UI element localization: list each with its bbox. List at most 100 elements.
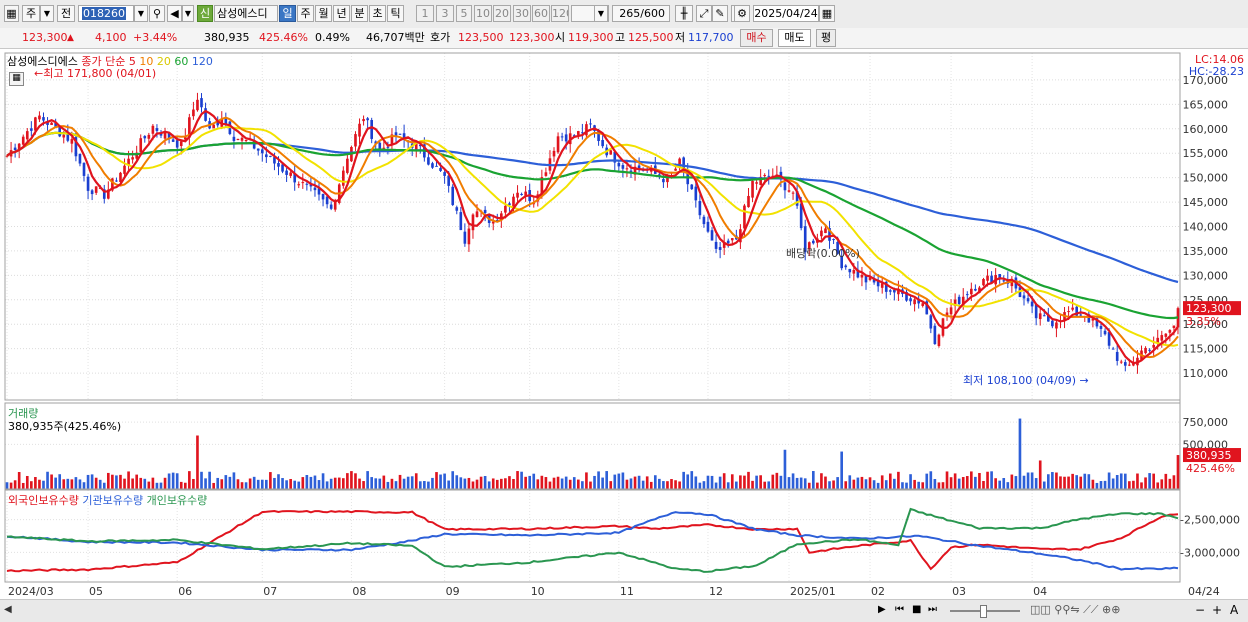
- volume-bar: [1059, 476, 1062, 489]
- volume-bar: [621, 472, 625, 489]
- interval-2-button[interactable]: 5: [456, 5, 472, 22]
- volume-bar: [1075, 475, 1078, 489]
- volume-bar: [925, 473, 929, 489]
- volume-bar: [252, 476, 256, 489]
- search-icon[interactable]: ⚲: [149, 5, 165, 22]
- volume-bar: [702, 481, 706, 489]
- volume-bar: [540, 475, 544, 489]
- calendar-icon[interactable]: ▦: [819, 5, 835, 22]
- volume-bar: [491, 478, 495, 489]
- first-icon[interactable]: ⏮: [895, 604, 904, 615]
- candle-body: [82, 162, 86, 176]
- scroll-left-icon[interactable]: ◀: [4, 604, 12, 615]
- speaker-dropdown-icon[interactable]: ▼: [182, 5, 194, 22]
- zoom-slider-handle[interactable]: [980, 605, 987, 618]
- volume-bar: [609, 481, 613, 489]
- footer-tools-icon[interactable]: ◫◫ ⚲⚲⇋ ⟋⟋ ⊕⊕: [1030, 603, 1120, 617]
- candle-body: [321, 193, 325, 200]
- window-menu-icon[interactable]: ▦: [4, 5, 19, 22]
- market-dropdown-icon[interactable]: ▼: [40, 5, 54, 22]
- candle-body: [289, 172, 292, 176]
- candle-body: [888, 290, 892, 292]
- volume-bar: [856, 477, 860, 489]
- interval-6-button[interactable]: 60: [532, 5, 550, 22]
- interval-1-button[interactable]: 3: [436, 5, 454, 22]
- date-input[interactable]: 2025/04/24: [753, 5, 819, 22]
- candle-body: [313, 187, 317, 191]
- open-price: 119,300: [568, 31, 614, 44]
- interval-7-button[interactable]: 120: [551, 5, 569, 22]
- ma20-line: [6, 125, 1179, 347]
- period-4-button[interactable]: 분: [351, 5, 368, 22]
- period-5-button[interactable]: 초: [369, 5, 386, 22]
- x-tick-label: 06: [178, 585, 192, 598]
- candle-body: [232, 136, 236, 141]
- candle-body: [30, 128, 33, 131]
- interval-0-button[interactable]: 1: [416, 5, 434, 22]
- last-icon[interactable]: ⏭: [928, 604, 937, 615]
- stock-chart[interactable]: 110,000115,000120,000125,000130,000135,0…: [0, 48, 1248, 599]
- interval-3-button[interactable]: 10: [474, 5, 492, 22]
- buy-button[interactable]: 매수: [740, 29, 773, 47]
- volume-bar: [414, 473, 418, 489]
- period-2-button[interactable]: 월: [315, 5, 332, 22]
- scroll-right-icon[interactable]: ▶: [878, 604, 886, 615]
- zoom-in-icon[interactable]: +: [1212, 603, 1222, 617]
- volume-bar: [86, 474, 90, 489]
- stock-code-input[interactable]: 018260: [78, 5, 134, 22]
- volume-bar: [277, 474, 280, 489]
- candle-body: [305, 183, 309, 185]
- volume-bar: [1123, 473, 1127, 489]
- draw-icon[interactable]: ✎: [712, 5, 728, 22]
- speaker-icon[interactable]: ◀: [167, 5, 182, 22]
- volume-bar: [759, 475, 762, 489]
- volume-bar: [127, 471, 130, 489]
- volume-bar: [909, 474, 912, 489]
- table-icon[interactable]: ▦: [9, 72, 24, 86]
- interval-dropdown-icon[interactable]: ▼: [594, 5, 608, 22]
- volume-bar: [265, 479, 268, 489]
- candle-body: [455, 207, 459, 211]
- candle-body: [929, 315, 933, 329]
- period-1-button[interactable]: 주: [297, 5, 314, 22]
- footer-bar: ◀ ▶ ⏮ ■ ⏭ ◫◫ ⚲⚲⇋ ⟋⟋ ⊕⊕ − + A: [0, 599, 1248, 622]
- zoom-out-icon[interactable]: −: [1195, 603, 1205, 617]
- chart-type-icon[interactable]: ╫: [675, 5, 693, 22]
- volume-bar: [1002, 478, 1006, 489]
- volume-bar: [325, 481, 329, 489]
- interval-4-button[interactable]: 20: [493, 5, 511, 22]
- candle-body: [13, 147, 17, 150]
- interval-5-button[interactable]: 30: [513, 5, 531, 22]
- code-dropdown-icon[interactable]: ▼: [134, 5, 148, 22]
- volume-bar: [755, 475, 758, 489]
- candle-body: [504, 205, 507, 213]
- candle-body: [1055, 322, 1058, 329]
- font-icon[interactable]: A: [1230, 603, 1238, 617]
- sell-button[interactable]: 매도: [778, 29, 811, 47]
- period-3-button[interactable]: 년: [333, 5, 350, 22]
- period-6-button[interactable]: 틱: [387, 5, 404, 22]
- period-0-button[interactable]: 일: [279, 5, 296, 22]
- volume-bar: [536, 479, 540, 489]
- candle-body: [544, 172, 548, 176]
- settings-gear-icon[interactable]: ⚙: [734, 5, 750, 22]
- stock-name-field[interactable]: 삼성에스디: [214, 5, 278, 22]
- volume-bar: [953, 473, 957, 489]
- volume-bar: [1119, 473, 1123, 489]
- stop-icon[interactable]: ■: [912, 604, 921, 615]
- volume-bar: [38, 479, 41, 489]
- candle-body: [589, 123, 592, 125]
- volume-bar: [208, 471, 211, 489]
- candle-body: [747, 195, 750, 208]
- volume-bar: [427, 481, 430, 489]
- eval-button[interactable]: 평: [816, 29, 836, 47]
- candle-body: [1042, 315, 1046, 317]
- volume-bar: [897, 471, 900, 489]
- expand-icon[interactable]: ⤢: [696, 5, 712, 22]
- data-count-field[interactable]: 265/600: [612, 5, 670, 22]
- volume-bar: [730, 474, 734, 489]
- volume-bar: [70, 479, 74, 489]
- volume-bar: [119, 474, 122, 489]
- prefix-box[interactable]: 전: [57, 5, 75, 22]
- market-selector[interactable]: 주: [22, 5, 40, 22]
